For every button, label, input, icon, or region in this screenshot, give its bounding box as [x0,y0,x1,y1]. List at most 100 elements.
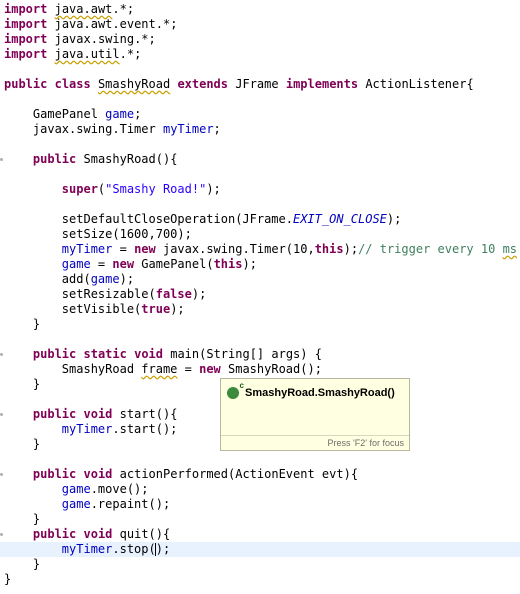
keyword: import [4,17,48,31]
keyword: this [213,257,243,271]
hover-popup-title[interactable]: SmashyRoad.SmashyRoad() [245,387,395,399]
hover-popup[interactable]: c SmashyRoad.SmashyRoad() Press 'F2' for… [220,378,410,451]
code-text: SmashyRoad(); [220,362,322,376]
code-text: .stop( [112,542,156,556]
code-line[interactable]: GamePanel game; [0,107,520,122]
code-line[interactable]: public class SmashyRoad extends JFrame i… [0,77,520,92]
code-line[interactable]: public void quit(){ [0,527,520,542]
code-text: = [177,362,200,376]
code-text: GamePanel [32,107,98,121]
field-name: game [61,482,91,496]
class-name[interactable]: SmashyRoad [98,77,170,91]
code-editor[interactable]: import java.awt.*; import java.awt.event… [0,0,520,594]
keyword: public [32,467,77,481]
code-line[interactable]: public void actionPerformed(ActionEvent … [0,467,520,482]
keyword: super [61,182,98,196]
code-line[interactable]: myTimer = new javax.swing.Timer(10,this)… [0,242,520,257]
constructor-icon: c [227,381,244,399]
field-name: game [105,107,135,121]
field-name: myTimer [61,242,113,256]
code-text: .*; [112,2,135,16]
code-text: } [32,317,41,331]
string-literal: "Smashy Road!" [105,182,207,196]
code-text: ); [242,257,257,271]
keyword: implements [285,77,359,91]
keyword: new [112,257,135,271]
code-text: start(){ [119,407,178,421]
code-line[interactable]: game = new GamePanel(this); [0,257,520,272]
keyword: import [4,2,48,16]
code-line[interactable]: import javax.swing.*; [0,32,520,47]
keyword: public [32,152,77,166]
code-text: = [112,242,135,256]
code-line[interactable]: game.move(); [0,482,520,497]
keyword: class [54,77,91,91]
keyword: new [134,242,156,256]
keyword: false [155,287,192,301]
keyword: new [199,362,221,376]
code-text: javax.swing.Timer(10, [155,242,315,256]
code-line[interactable]: setDefaultCloseOperation(JFrame.EXIT_ON_… [0,212,520,227]
code-line[interactable]: import java.awt.*; [0,2,520,17]
keyword: true [141,302,171,316]
code-text: ); [386,212,402,226]
code-text: ); [343,242,359,256]
code-text: ); [170,302,185,316]
keyword: public [32,347,77,361]
code-text: add( [61,272,91,286]
code-text: SmashyRoad(){ [83,152,178,166]
code-line[interactable]: setResizable(false); [0,287,520,302]
code-text: main(String[] args) { [170,347,322,361]
keyword: public [32,407,77,421]
code-line[interactable]: import java.util.*; [0,47,520,62]
code-line[interactable]: public static void main(String[] args) { [0,347,520,362]
code-line[interactable]: game.repaint(); [0,497,520,512]
code-line[interactable]: public SmashyRoad(){ [0,152,520,167]
code-text: javax.swing.*; [54,32,156,46]
code-text: JFrame [235,77,279,91]
code-text: setResizable( [61,287,156,301]
code-text: .move(); [90,482,149,496]
code-text: ); [191,287,207,301]
field-name: myTimer [61,422,113,436]
current-line[interactable]: myTimer.stop(); [0,542,520,557]
code-line[interactable]: } [0,557,520,572]
field-name: game [61,497,91,511]
code-line[interactable]: setVisible(true); [0,302,520,317]
code-text: ); [206,182,221,196]
code-line[interactable]: } [0,572,520,587]
code-text: GamePanel( [134,257,214,271]
code-text: .start(); [112,422,178,436]
code-text: actionPerformed(ActionEvent evt){ [119,467,359,481]
code-line[interactable]: SmashyRoad frame = new SmashyRoad(); [0,362,520,377]
comment: // trigger every 10 [358,242,503,256]
code-line[interactable]: javax.swing.Timer myTimer; [0,122,520,137]
field-name: myTimer [162,122,214,136]
keyword: public [4,77,48,91]
hover-popup-footer: Press 'F2' for focus [221,435,409,450]
code-text: ); [119,272,135,286]
code-line[interactable]: } [0,512,520,527]
unused-variable-warning[interactable]: frame [141,362,177,376]
field-name: myTimer [61,542,113,556]
code-text: = [90,257,113,271]
keyword: void [134,347,163,361]
warning-token[interactable]: java.util [55,47,120,61]
field-name: game [61,257,91,271]
field-name: game [90,272,120,286]
code-line[interactable]: } [0,317,520,332]
code-text: setVisible( [61,302,142,316]
comment-spell-warning[interactable]: ms [503,242,517,256]
code-text: } [32,557,41,571]
code-line[interactable]: super("Smashy Road!"); [0,182,520,197]
code-line[interactable]: add(game); [0,272,520,287]
code-line[interactable]: setSize(1600,700); [0,227,520,242]
code-text: javax.swing.Timer [32,122,156,136]
warning-token[interactable]: java.awt [55,2,113,16]
code-text: SmashyRoad [61,362,142,376]
code-line[interactable]: import java.awt.event.*; [0,17,520,32]
keyword: this [314,242,344,256]
keyword: extends [177,77,229,91]
code-text: } [32,377,41,391]
keyword: import [4,47,48,61]
